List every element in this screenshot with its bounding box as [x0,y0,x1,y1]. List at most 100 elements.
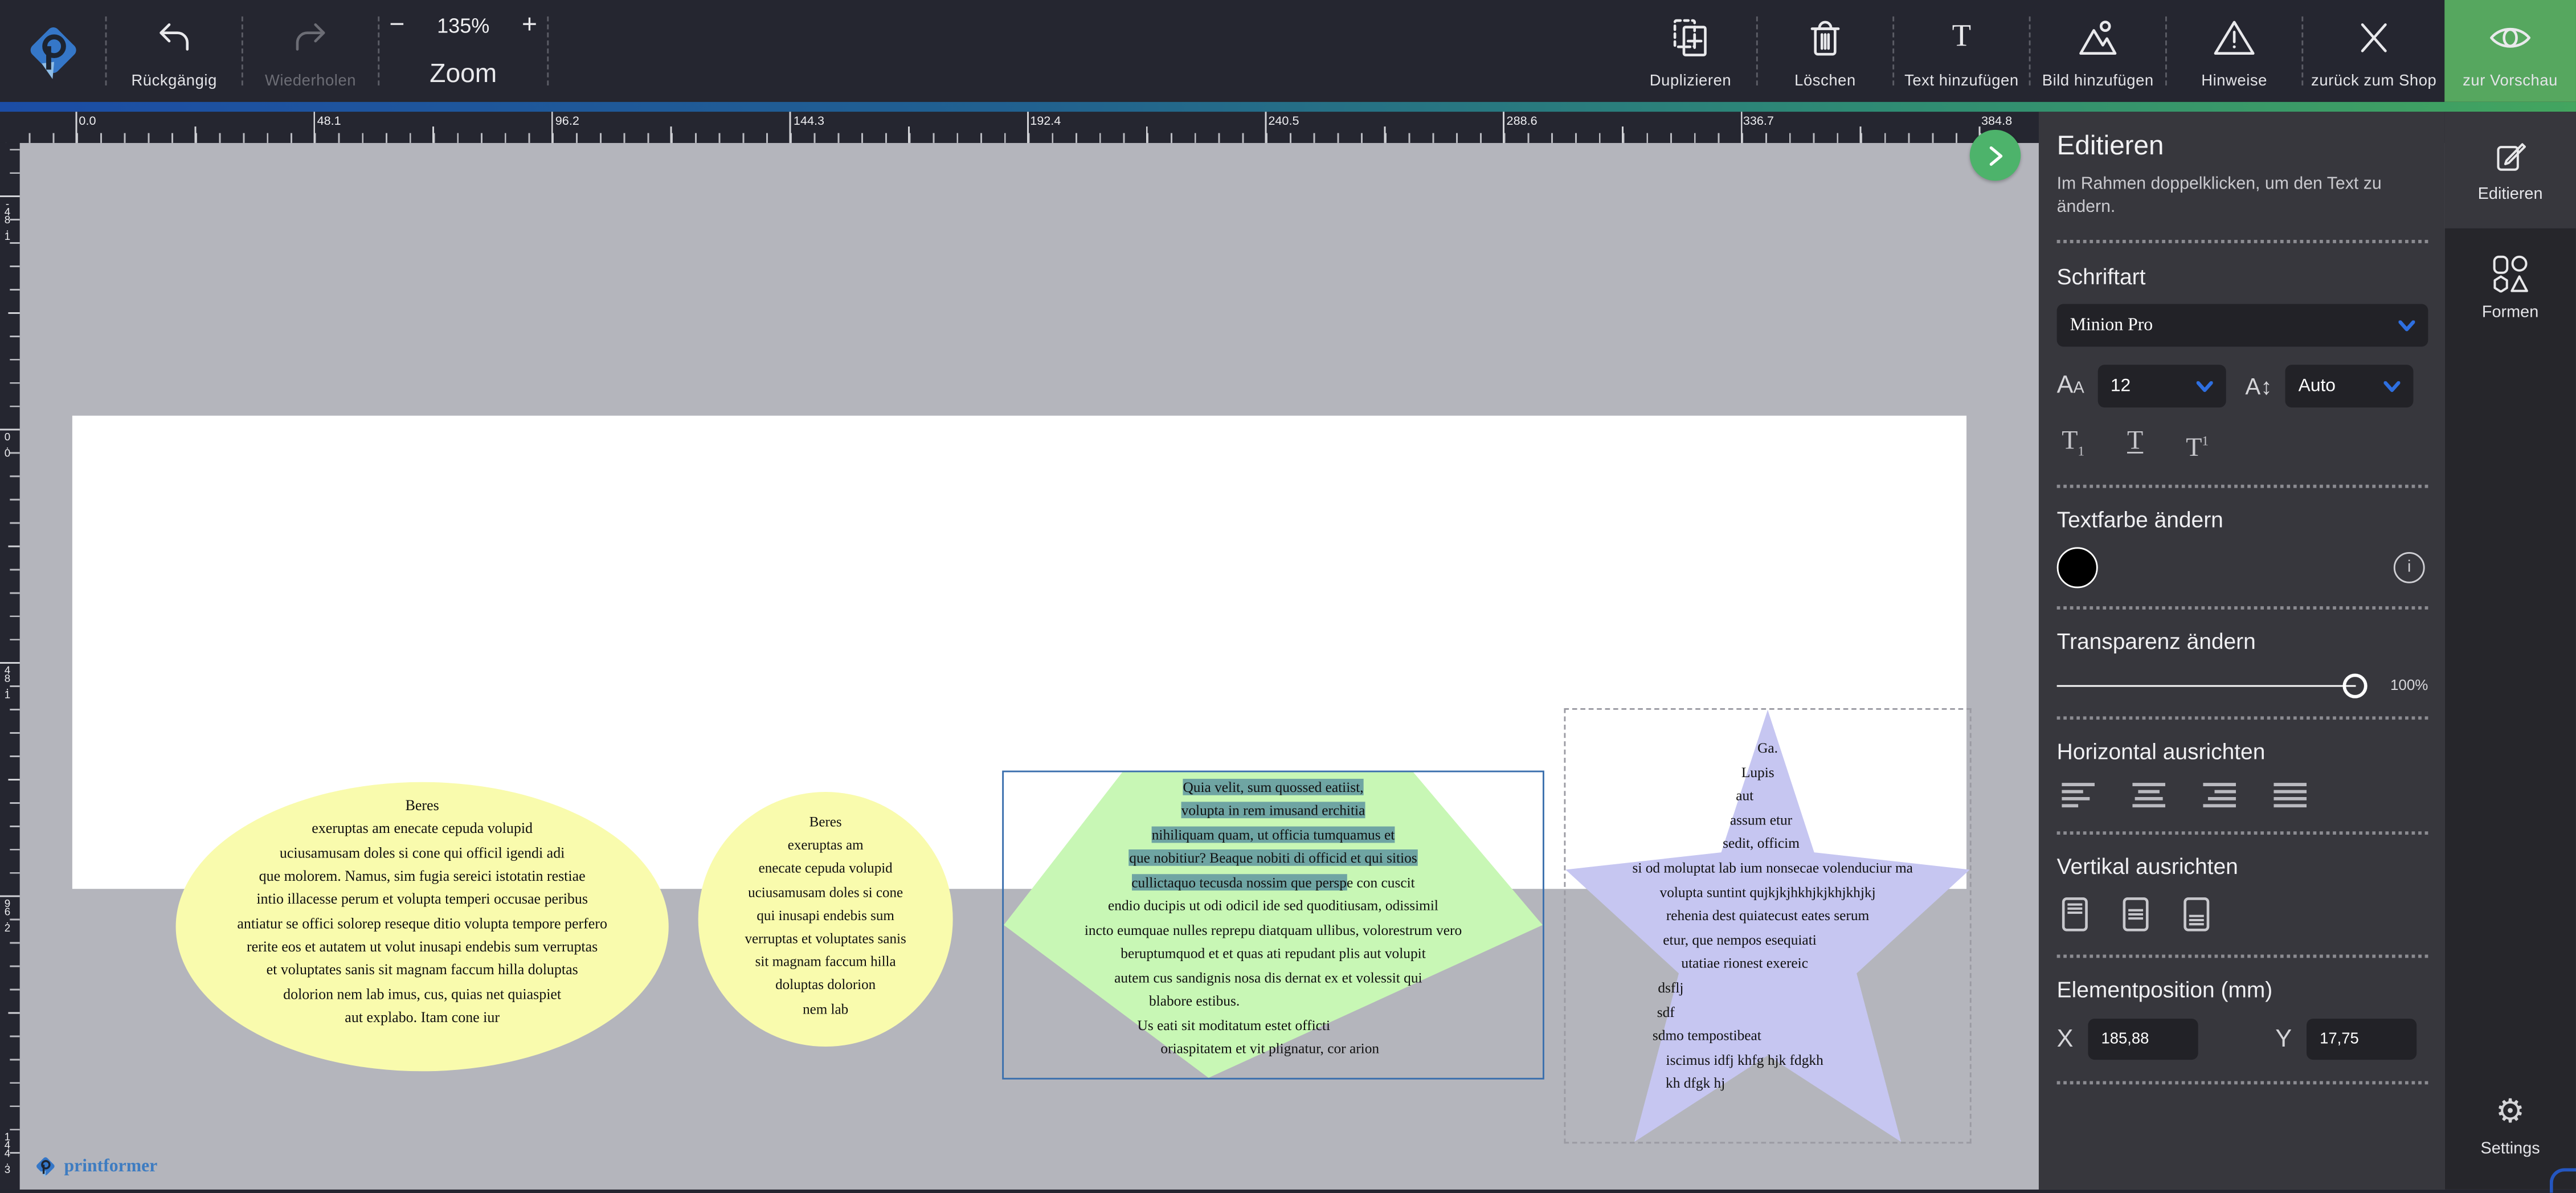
pencil-square-icon [2492,137,2528,173]
text-line: et voluptates sanis sit magnam faccum hi… [176,958,669,982]
gear-icon: ⚙ [2496,1096,2525,1129]
x-position-input[interactable]: 185,88 [2088,1019,2198,1060]
ruler-label: 144.3 [2,1132,13,1173]
brand-name: printformer [64,1157,157,1176]
valign-top-button[interactable] [2062,897,2088,932]
chevron-down-icon [2398,320,2415,331]
text-line: que nobitiur? Beaque nobiti di officid e… [1004,847,1543,871]
valign-middle-button[interactable] [2123,897,2149,932]
font-size-select[interactable]: 12 [2097,365,2226,407]
slider-track[interactable] [2057,685,2356,687]
tab-label: Formen [2482,303,2538,321]
zoom-out-button[interactable]: − [389,15,404,38]
separator [2057,1081,2428,1085]
text-line: rerite eos et autatem ut volut inusapi e… [176,935,669,958]
undo-label: Rückgängig [131,72,216,91]
line-height-icon: A↕ [2245,373,2272,399]
add-text-button[interactable]: T Text hinzufügen [1894,0,2029,102]
preview-label: zur Vorschau [2463,72,2558,91]
separator [2057,717,2428,720]
text-line: qui inusapi endebis sum [698,904,953,927]
slider-knob[interactable] [2342,674,2367,698]
duplicate-button[interactable]: Duplizieren [1625,0,1756,102]
y-position-input[interactable]: 17,75 [2307,1019,2416,1060]
x-axis-label: X [2057,1026,2074,1053]
text-line: nem lab [698,996,953,1020]
text-line: exeruptas am enecate cepuda volupid [176,817,669,840]
text-line: sdmo tempostibeat [1505,1024,1909,1048]
text-line: sedit, officim [1559,832,1963,856]
eye-icon [2489,15,2532,61]
back-to-shop-button[interactable]: zurück zum Shop [2303,0,2444,102]
add-image-button[interactable]: Bild hinzufügen [2031,0,2165,102]
underline-button[interactable]: T [2127,427,2143,467]
transparency-section-title: Transparenz ändern [2057,630,2428,654]
horizontal-ruler: - 0.0 48.1 96.2 144.3 192.4 240.5 288.6 … [0,112,2041,143]
tab-formen[interactable]: Formen [2444,228,2576,345]
preview-button[interactable]: zur Vorschau [2444,0,2576,102]
chat-widget-corner[interactable] [2550,1168,2576,1192]
sidebar-tab-column: Editieren Formen ⚙ Settings [2444,112,2576,1190]
font-family-select[interactable]: Minion Pro [2057,304,2428,347]
top-toolbar: Rückgängig Wiederholen − 135% + Zoom Dup… [0,0,2576,102]
separator [2057,240,2428,243]
circle-text: Beres exeruptas am enecate cepuda volupi… [698,810,953,1020]
transparency-slider: 100% [2057,677,2428,694]
info-icon[interactable]: i [2394,553,2425,584]
chevron-down-icon [2196,381,2213,392]
text-frame-star[interactable]: Ga. Lupis aut assum etur sedit, officim … [1564,708,1971,1143]
text-line: oriaspitatem et vit plignatur, cor arion [1000,1037,1539,1061]
add-text-label: Text hinzufügen [1904,72,2019,91]
delete-button[interactable]: Löschen [1758,0,1892,102]
text-line: dsflj [1469,976,1872,1000]
selected-text: volupta in rem imusand erchitia [1181,803,1365,819]
selected-text: cullictaquo tecusda nossim que persp [1131,874,1347,890]
undo-button[interactable]: Rückgängig [107,0,241,102]
text-line: Ga. [1565,736,1969,760]
sidebar-collapse-button[interactable] [1970,130,2021,181]
ruler-corner [0,112,20,143]
text-line: endio ducipis ut odi odicil ide sed quod… [1004,894,1543,918]
align-right-button[interactable] [2203,782,2238,808]
text-shape-circle[interactable]: Beres exeruptas am enecate cepuda volupi… [698,792,953,1047]
printformer-editor: Rückgängig Wiederholen − 135% + Zoom Dup… [0,0,2576,1190]
separator [2057,955,2428,958]
zoom-in-button[interactable]: + [522,15,537,38]
add-image-label: Bild hinzufügen [2042,72,2154,91]
text-line: volupta suntint qujkjkjhkhjkjkhjkhjkj [1565,880,1969,904]
ruler-label: 48.1 [317,113,341,128]
text-line: sit magnam faccum hilla [698,950,953,974]
valign-bottom-button[interactable] [2184,897,2210,932]
text-shape-ellipse-large[interactable]: Beres exeruptas am enecate cepuda volupi… [176,782,669,1072]
tab-label: Editieren [2478,185,2543,203]
element-position-controls: X 185,88 Y 17,75 [2057,1019,2428,1060]
align-center-button[interactable] [2132,782,2167,808]
text-line: Beres [698,810,953,834]
undo-icon [154,15,194,61]
text-line: nihiliquam quam, ut officia tumquamus et [1004,823,1543,847]
edit-panel: Editieren Im Rahmen doppelklicken, um de… [2039,112,2444,1190]
vertical-ruler: -48.1 0.0 48.1 96.2 144.3 [0,143,20,1190]
ruler-label: 0.0 [79,113,96,128]
superscript-button[interactable]: T1 [2186,427,2209,467]
vertical-align-section-title: Vertikal ausrichten [2057,855,2428,879]
trash-icon [1807,15,1843,61]
tab-editieren[interactable]: Editieren [2444,112,2576,228]
app-logo[interactable] [0,0,105,102]
panel-description: Im Rahmen doppelklicken, um den Text zu … [2057,173,2402,219]
ruler-label: 288.6 [1507,113,1538,128]
align-justify-button[interactable] [2274,782,2308,808]
text-line: cullictaquo tecusda nossim que perspe co… [1004,871,1543,894]
hints-button[interactable]: Hinweise [2167,0,2301,102]
position-section-title: Elementposition (mm) [2057,978,2428,1002]
redo-button[interactable]: Wiederholen [243,0,378,102]
ruler-label: 144.3 [794,113,824,128]
line-height-select[interactable]: Auto [2285,365,2414,407]
align-left-button[interactable] [2062,782,2096,808]
subscript-button[interactable]: T1 [2062,427,2084,467]
separator [2057,607,2428,610]
ruler-label: 192.4 [1030,113,1061,128]
separator [2057,832,2428,835]
selected-text-frame-diamond[interactable]: Quia velit, sum quossed eatiist, volupta… [1002,771,1544,1080]
text-color-swatch[interactable] [2057,548,2098,589]
